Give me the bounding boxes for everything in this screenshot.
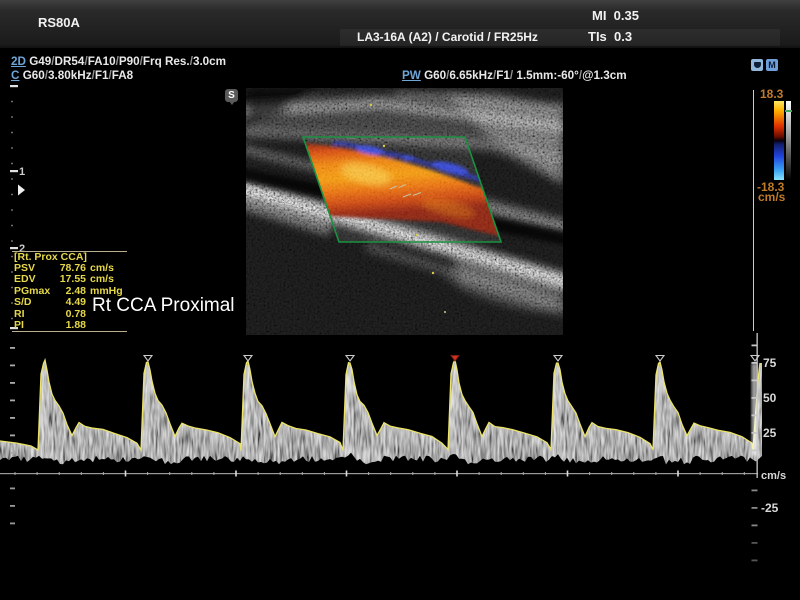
svg-text:1: 1 bbox=[19, 166, 25, 178]
